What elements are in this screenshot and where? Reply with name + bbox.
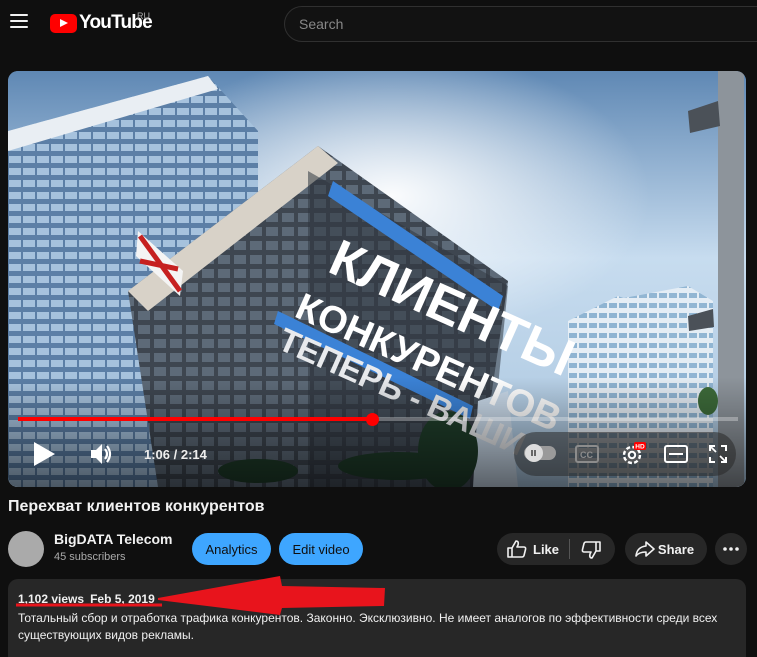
more-actions-button[interactable] [715,533,747,565]
more-dots-icon [723,547,739,551]
play-icon[interactable] [32,441,56,467]
description-box[interactable]: 1,102 views Feb 5, 2019 Тотальный сбор и … [8,579,746,657]
progress-scrubber[interactable] [366,412,380,426]
autoplay-toggle[interactable] [524,444,556,462]
share-icon [635,541,655,557]
thumbs-up-icon[interactable] [507,540,527,558]
progress-bar[interactable] [18,412,738,426]
search-box[interactable] [284,6,757,42]
share-label: Share [657,541,695,557]
search-input[interactable] [299,16,757,32]
video-title: Перехват клиентов конкурентов [8,498,265,515]
like-label[interactable]: Like [533,542,559,557]
channel-avatar[interactable] [8,531,44,567]
miniplayer-icon[interactable] [664,444,688,464]
region-code: RU [137,11,150,21]
youtube-logo[interactable]: YouTube RU [50,11,153,35]
settings-gear-icon[interactable]: HD [620,441,646,467]
video-player[interactable]: КЛИЕНТЫ КОНКУРЕНТОВ ТЕПЕРЬ - ВАШИ 1:06 /… [8,71,746,487]
subtitles-icon[interactable]: CC [575,444,599,464]
top-bar: YouTube RU [0,0,757,46]
view-count: 1,102 views [18,592,85,606]
upload-date: Feb 5, 2019 [90,592,155,606]
like-dislike-group: Like [497,533,615,565]
fullscreen-icon[interactable] [708,444,728,464]
svg-text:CC: CC [580,450,593,460]
hamburger-menu-icon[interactable] [10,14,28,30]
description-meta: 1,102 views Feb 5, 2019 [18,592,155,606]
thumbs-down-icon[interactable] [581,541,601,559]
channel-name[interactable]: BigDATA Telecom [54,531,173,547]
hd-badge: HD [635,444,645,451]
edit-video-button[interactable]: Edit video [279,533,363,565]
description-text: Тотальный сбор и отработка трафика конку… [18,611,718,642]
share-button[interactable]: Share [625,533,707,565]
right-controls: CC HD [514,432,736,476]
progress-played [18,417,373,421]
volume-icon[interactable] [90,443,114,465]
analytics-button[interactable]: Analytics [192,533,271,565]
time-display: 1:06 / 2:14 [144,447,207,462]
like-separator [569,539,570,559]
youtube-play-logo-icon [50,13,77,33]
subscriber-count: 45 subscribers [54,551,126,563]
